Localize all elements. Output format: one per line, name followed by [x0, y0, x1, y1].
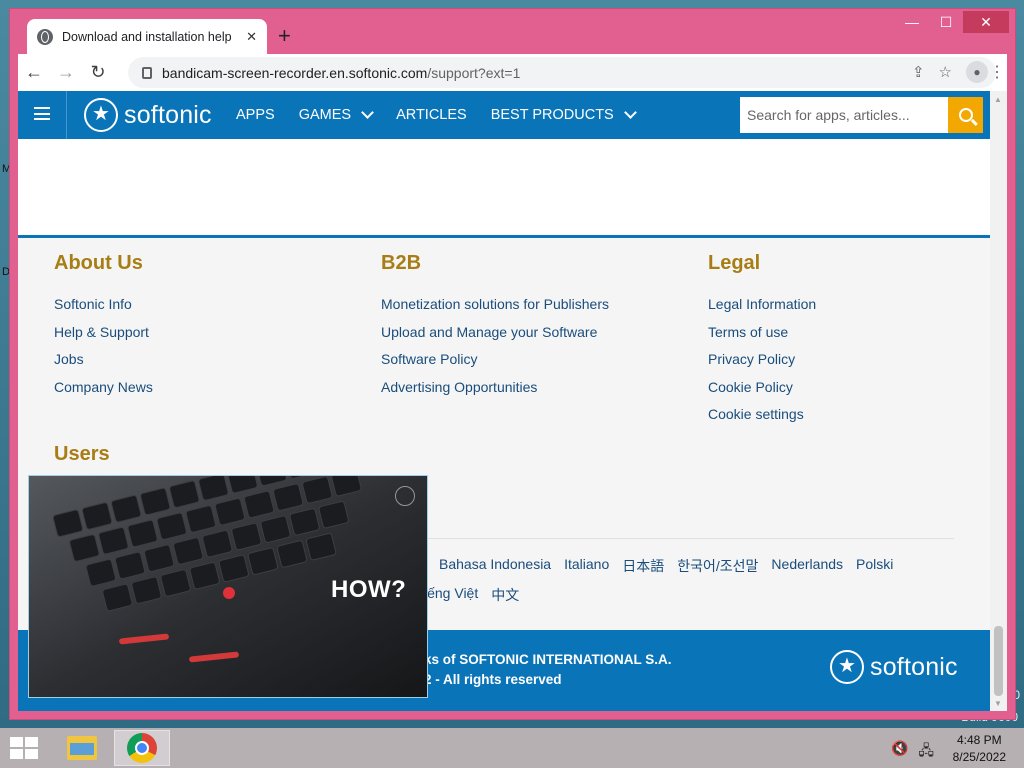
taskbar-chrome[interactable] — [114, 730, 170, 766]
footer-link[interactable]: Softonic Info — [54, 291, 153, 319]
language-link[interactable]: iếng Việt — [424, 585, 478, 605]
tab-title: Download and installation help — [62, 30, 232, 44]
url-text: bandicam-screen-recorder.en.softonic.com… — [162, 65, 520, 81]
footer-column-about: About Us Softonic Info Help & Support Jo… — [54, 252, 153, 401]
scroll-up-arrow-icon[interactable]: ▲ — [994, 95, 1002, 104]
footer-heading-users: Users — [54, 443, 110, 465]
start-button-icon[interactable] — [10, 737, 38, 759]
main-nav: APPS GAMES ARTICLES BEST PRODUCTS — [236, 91, 659, 139]
nav-label: APPS — [236, 107, 275, 123]
copyright-line: 2 - All rights reserved — [424, 672, 562, 687]
close-button[interactable]: ✕ — [963, 11, 1009, 33]
chrome-icon — [127, 733, 157, 763]
footer-link[interactable]: Cookie Policy — [708, 374, 816, 402]
reload-button[interactable]: ↻ — [82, 62, 114, 83]
footer-heading: About Us — [54, 252, 143, 274]
softonic-logo-icon — [830, 650, 864, 684]
tab-close-icon[interactable]: ✕ — [246, 29, 257, 45]
footer-link[interactable]: Advertising Opportunities — [381, 374, 609, 402]
language-link[interactable]: 中文 — [491, 585, 519, 605]
scroll-down-arrow-icon[interactable]: ▼ — [994, 699, 1002, 708]
language-link[interactable]: 日本語 — [622, 556, 664, 576]
browser-menu-icon[interactable]: ⋮ — [989, 62, 1005, 82]
softonic-logo[interactable]: softonic — [84, 98, 212, 132]
scrollbar-thumb[interactable] — [994, 626, 1003, 696]
taskbar: 🔇 🖧 4:48 PM 8/25/2022 — [0, 728, 1024, 768]
footer-softonic-logo[interactable]: softonic — [830, 650, 958, 684]
window-controls: — ☐ ✕ — [895, 11, 1009, 33]
copyright-line: ks of SOFTONIC INTERNATIONAL S.A. — [424, 652, 672, 667]
lock-icon — [142, 66, 152, 79]
logo-text: softonic — [870, 652, 958, 681]
nav-articles[interactable]: ARTICLES — [396, 107, 467, 123]
maximize-button[interactable]: ☐ — [929, 11, 963, 33]
clock-date: 8/25/2022 — [952, 750, 1006, 764]
chevron-down-icon — [361, 106, 374, 119]
copyright-text: ks of SOFTONIC INTERNATIONAL S.A. 2 - Al… — [424, 650, 672, 690]
footer-heading: Legal — [708, 252, 761, 274]
video-overlay[interactable]: HOW? — [28, 475, 428, 698]
language-link[interactable]: Polski — [856, 556, 893, 576]
footer-link[interactable]: Jobs — [54, 346, 153, 374]
nav-label: GAMES — [298, 107, 352, 123]
taskbar-clock[interactable]: 4:48 PM 8/25/2022 — [953, 732, 1006, 766]
globe-icon — [37, 29, 53, 45]
nav-label: BEST PRODUCTS — [490, 107, 614, 123]
taskbar-file-explorer[interactable] — [54, 730, 110, 766]
volume-muted-icon[interactable]: 🔇 — [891, 740, 908, 764]
new-tab-button[interactable]: + — [278, 23, 291, 49]
footer-column-legal: Legal Legal Information Terms of use Pri… — [708, 252, 816, 429]
language-link[interactable]: Italiano — [564, 556, 609, 576]
footer-column-b2b: B2B Monetization solutions for Publisher… — [381, 252, 609, 401]
footer-link[interactable]: Software Policy — [381, 346, 609, 374]
softonic-logo-icon — [84, 98, 118, 132]
url-path: /support?ext=1 — [427, 64, 521, 81]
logo-text: softonic — [124, 100, 212, 129]
search-icon — [958, 108, 973, 122]
tab-strip: Download and installation help ✕ + — [10, 9, 1015, 55]
header-divider — [66, 91, 67, 139]
forward-button[interactable]: → — [50, 62, 82, 83]
language-link[interactable]: Nederlands — [771, 556, 843, 576]
footer-link[interactable]: Upload and Manage your Software — [381, 319, 609, 347]
browser-toolbar: ← → ↻ bandicam-screen-recorder.en.softon… — [18, 54, 1007, 91]
footer-link[interactable]: Privacy Policy — [708, 346, 816, 374]
footer-link[interactable]: Legal Information — [708, 291, 816, 319]
hamburger-menu-icon[interactable] — [34, 107, 50, 120]
softonic-watermark-icon — [395, 486, 415, 506]
address-bar[interactable]: bandicam-screen-recorder.en.softonic.com… — [128, 57, 996, 88]
language-link[interactable]: Bahasa Indonesia — [439, 556, 551, 576]
video-overlay-text: HOW? — [331, 576, 407, 603]
share-icon[interactable]: ⇪ — [912, 63, 925, 81]
footer-link[interactable]: Monetization solutions for Publishers — [381, 291, 609, 319]
system-tray: 🔇 🖧 — [891, 740, 934, 764]
minimize-button[interactable]: — — [895, 11, 929, 33]
language-link[interactable]: 한국어/조선말 — [677, 556, 758, 576]
footer-heading: B2B — [381, 252, 422, 274]
url-host: bandicam-screen-recorder.en.softonic.com — [162, 64, 428, 81]
bookmark-star-icon[interactable]: ☆ — [939, 63, 952, 81]
omnibox-actions: ⇪ ☆ ● — [912, 61, 988, 83]
footer-link[interactable]: Cookie settings — [708, 401, 816, 429]
chevron-down-icon — [623, 106, 637, 119]
page-scrollbar[interactable]: ▲ ▼ — [990, 91, 1007, 711]
footer-link[interactable]: Help & Support — [54, 319, 153, 347]
site-header: softonic APPS GAMES ARTICLES BEST PRODUC… — [18, 91, 990, 139]
search-button[interactable] — [948, 97, 983, 133]
network-icon[interactable]: 🖧 — [918, 740, 934, 764]
profile-avatar-icon[interactable]: ● — [966, 61, 988, 83]
browser-tab[interactable]: Download and installation help ✕ — [27, 19, 267, 55]
clock-time: 4:48 PM — [956, 733, 1002, 747]
site-search-input[interactable] — [740, 97, 948, 133]
footer-link[interactable]: Terms of use — [708, 319, 816, 347]
nav-label: ARTICLES — [396, 107, 467, 123]
nav-best-products[interactable]: BEST PRODUCTS — [490, 106, 637, 123]
footer-link[interactable]: Company News — [54, 374, 153, 402]
back-button[interactable]: ← — [18, 62, 50, 83]
nav-games[interactable]: GAMES — [298, 106, 374, 123]
nav-apps[interactable]: APPS — [236, 107, 275, 123]
folder-icon — [67, 736, 97, 760]
